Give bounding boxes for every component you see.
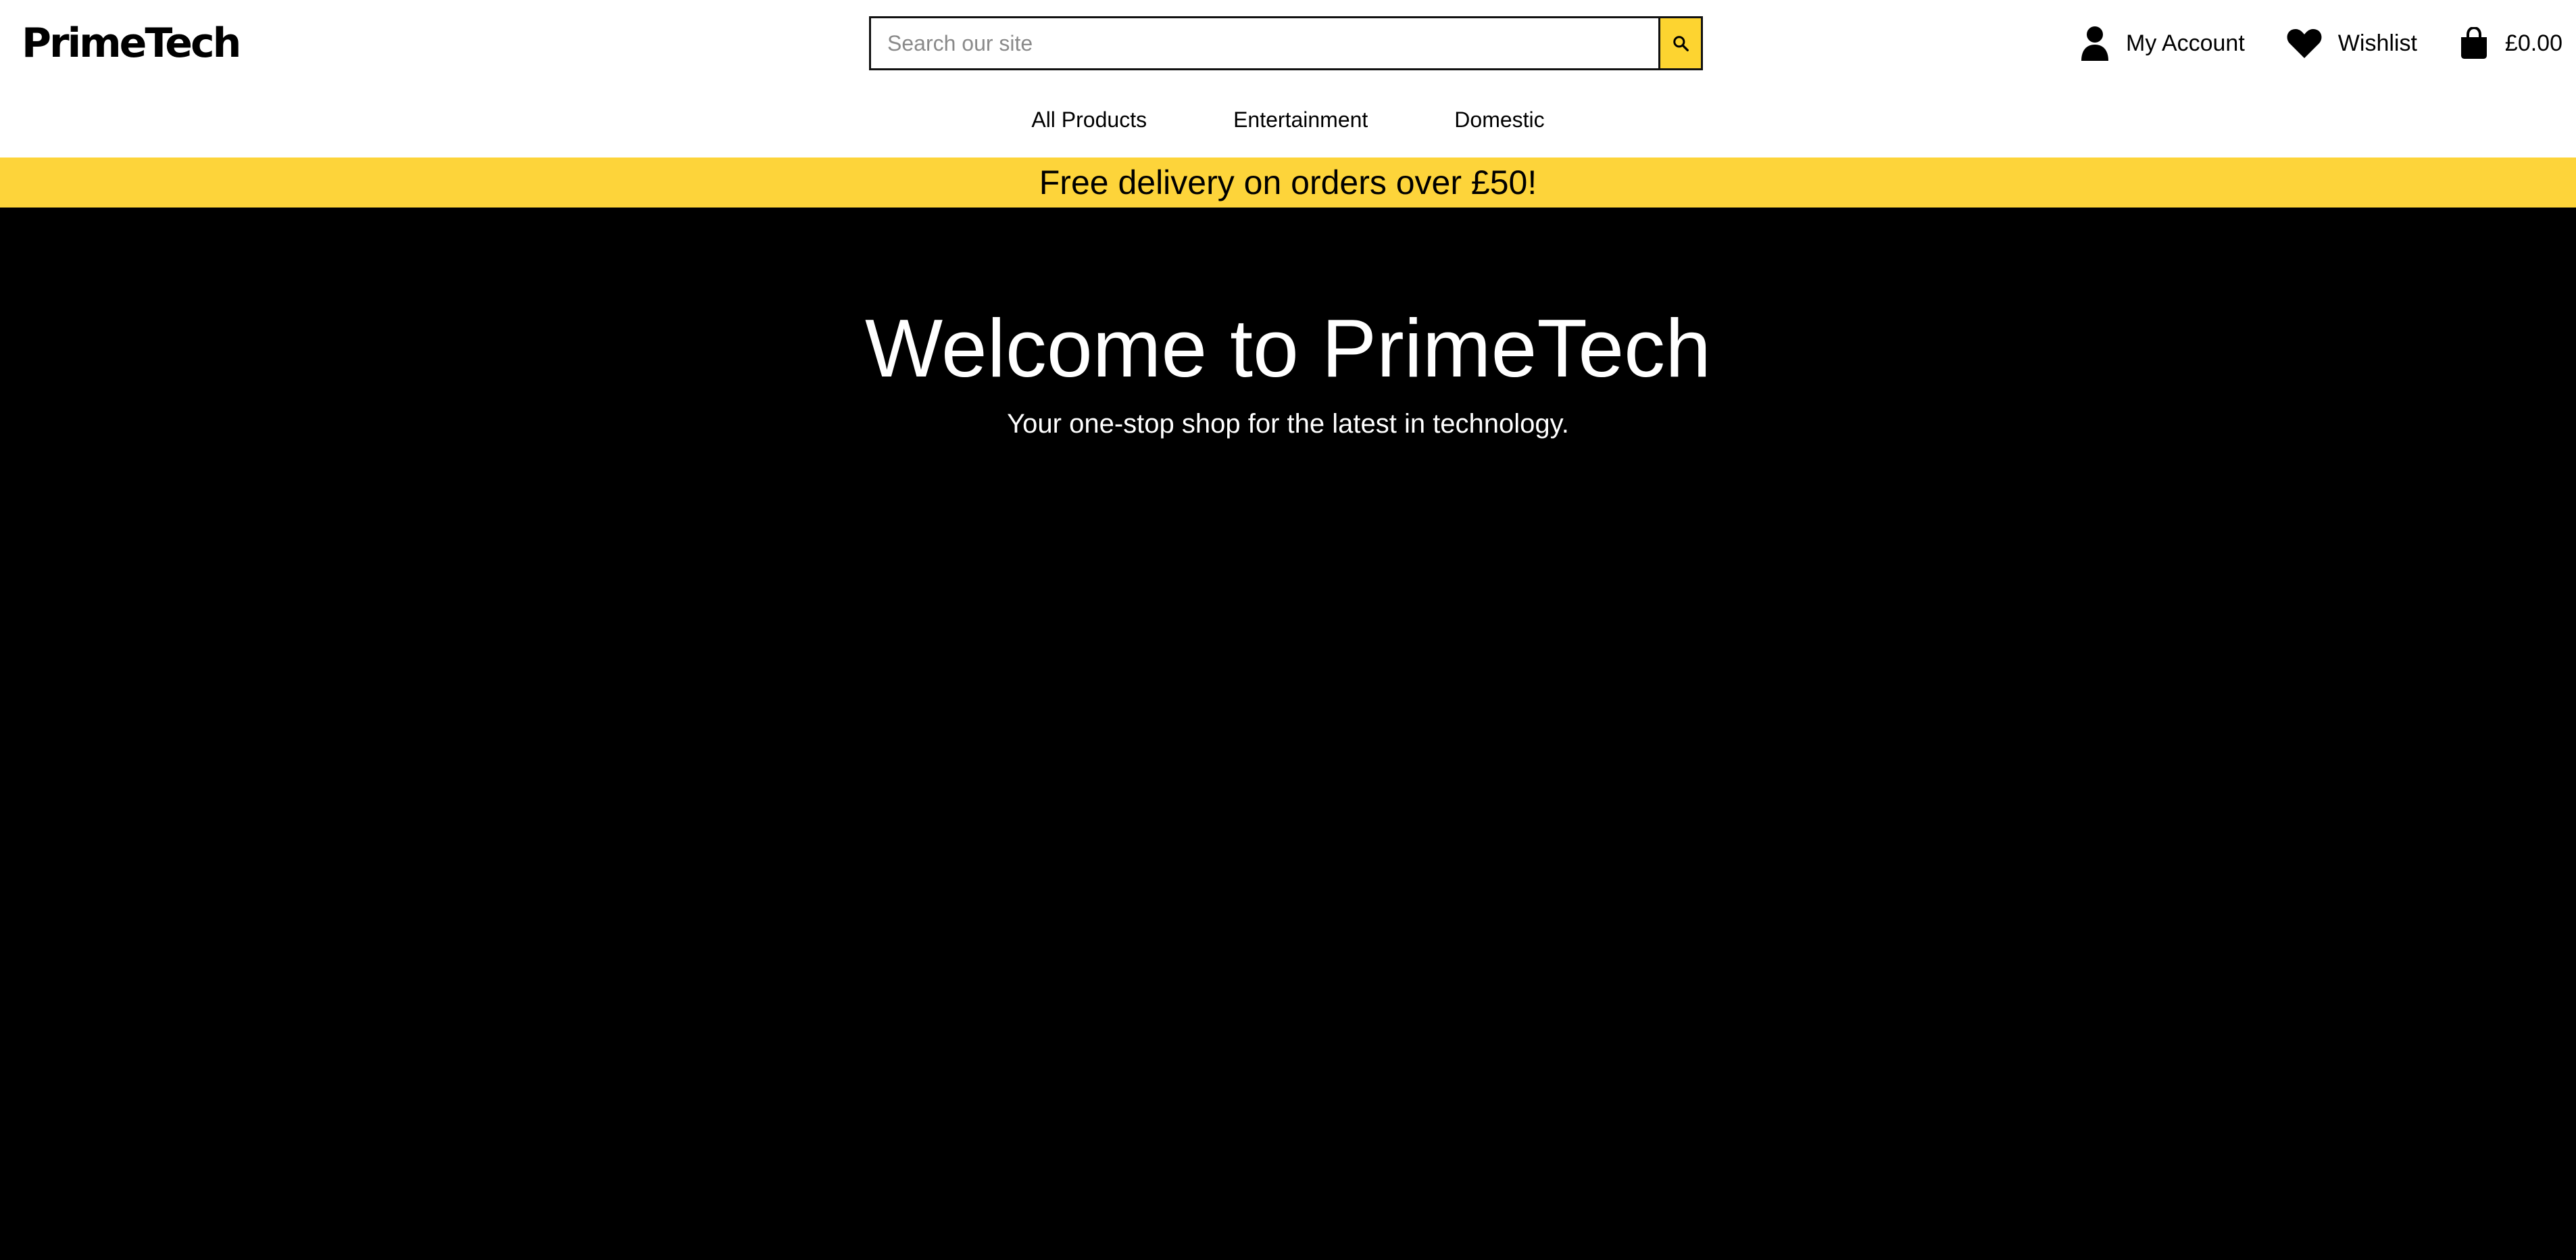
search-form <box>869 16 1703 70</box>
nav-domestic[interactable]: Domestic <box>1454 107 1544 132</box>
hero-title: Welcome to PrimeTech <box>864 302 1712 394</box>
hero-subtitle: Your one-stop shop for the latest in tec… <box>1007 409 1569 439</box>
hero-section: Welcome to PrimeTech Your one-stop shop … <box>0 208 2576 1260</box>
promo-banner-text: Free delivery on orders over £50! <box>1039 164 1537 201</box>
basket-link[interactable]: £0.00 <box>2459 27 2562 59</box>
my-account-link[interactable]: My Account <box>2080 26 2245 61</box>
main-nav: All Products Entertainment Domestic <box>0 103 2576 137</box>
search-input[interactable] <box>869 16 1658 70</box>
search-button[interactable] <box>1658 16 1703 70</box>
nav-all-products[interactable]: All Products <box>1031 107 1147 132</box>
nav-entertainment[interactable]: Entertainment <box>1233 107 1368 132</box>
wishlist-label: Wishlist <box>2337 30 2417 56</box>
user-icon <box>2081 26 2109 61</box>
search-icon <box>1673 36 1689 51</box>
logo[interactable]: PrimeTech <box>22 19 241 68</box>
header-actions: My Account Wishlist £0.00 <box>2080 19 2562 68</box>
wishlist-link[interactable]: Wishlist <box>2287 28 2417 58</box>
promo-banner: Free delivery on orders over £50! <box>0 158 2576 208</box>
heart-icon <box>2287 29 2322 58</box>
my-account-label: My Account <box>2126 30 2245 56</box>
site-header: PrimeTech My Account Wishlist <box>0 0 2576 132</box>
shopping-bag-icon <box>2460 27 2487 59</box>
basket-total: £0.00 <box>2504 30 2562 56</box>
